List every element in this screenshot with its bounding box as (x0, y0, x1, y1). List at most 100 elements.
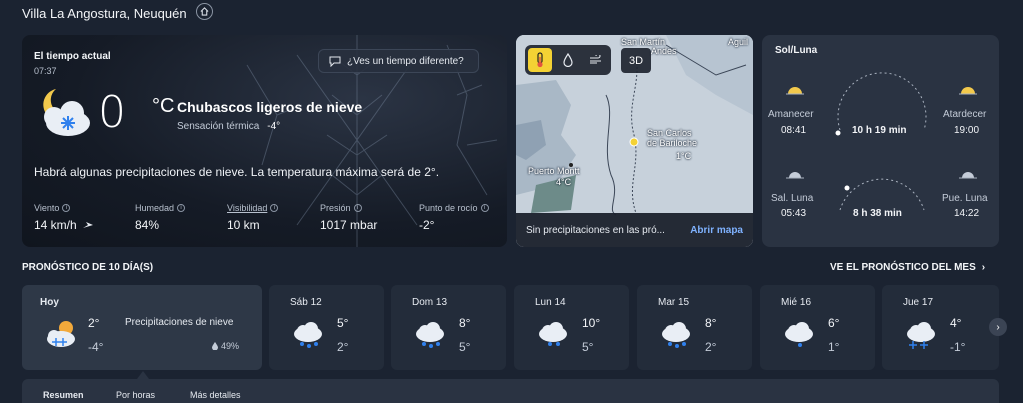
forecast-day[interactable]: Jue 17 4° -1° (882, 285, 999, 370)
day-name: Mié 16 (781, 297, 812, 308)
day-low: 1° (828, 340, 840, 354)
day-low: 2° (337, 340, 349, 354)
humidity-label: Humedad (135, 203, 175, 213)
feels-like: Sensación térmica -4° (177, 121, 280, 132)
metric-pressure: Presión i 1017 mbar (320, 203, 377, 232)
moon-length: 8 h 38 min (853, 208, 902, 219)
info-icon[interactable]: i (480, 204, 489, 212)
wind-label: Viento (34, 203, 60, 213)
day-low: -4° (88, 340, 104, 354)
location-title: Villa La Angostura, Neuquén (22, 6, 187, 21)
map-label-bariloche-temp: 1°C (676, 151, 692, 161)
moonrise-time: 05:43 (781, 208, 807, 219)
feels-like-value: -4° (267, 121, 281, 132)
info-icon[interactable]: i (62, 204, 71, 212)
map-label-puerto-montt: Puerto Montt (528, 166, 580, 176)
forecast-day[interactable]: Lun 14 10° 5° (514, 285, 629, 370)
dew-point-value: -2° (419, 218, 435, 232)
map-label-andes: Andes (651, 46, 677, 56)
day-low: -1° (950, 340, 966, 354)
tab-hourly[interactable]: Por horas (116, 390, 155, 400)
tab-more-details[interactable]: Más detalles (190, 390, 241, 400)
forecast-title: PRONÓSTICO DE 10 DÍA(S) (22, 262, 154, 273)
day-name: Mar 15 (658, 297, 690, 308)
visibility-label[interactable]: Visibilidad (227, 203, 267, 213)
current-weather-card: El tiempo actual 07:37 ¿Ves un tiempo di… (22, 35, 507, 247)
wind-icon[interactable] (584, 48, 608, 72)
weather-summary: Habrá algunas precipitaciones de nieve. … (34, 165, 440, 179)
selected-pointer (137, 371, 149, 379)
day-description: Precipitaciones de nieve (125, 317, 234, 328)
day-name: Lun 14 (535, 297, 566, 308)
cloud-rain-icon (294, 322, 322, 348)
chat-icon (329, 56, 341, 67)
day-high: 4° (950, 316, 962, 330)
map-3d-button[interactable]: 3D (621, 48, 651, 73)
day-name: Dom 13 (412, 297, 448, 308)
feels-like-label: Sensación térmica (177, 121, 260, 132)
current-condition: Chubascos ligeros de nieve (177, 99, 363, 115)
pressure-value: 1017 mbar (320, 218, 378, 232)
precip-chance: 49% (212, 341, 239, 351)
current-title: El tiempo actual (34, 51, 111, 62)
day-low: 2° (705, 340, 717, 354)
day-high: 2° (88, 316, 100, 330)
metric-humidity: Humedad i 84% (135, 203, 186, 232)
info-icon[interactable]: i (353, 204, 362, 212)
sunset-label: Atardecer (943, 109, 987, 120)
day-high: 6° (828, 316, 840, 330)
temperature-unit[interactable]: °C (152, 95, 174, 118)
day-name: Jue 17 (903, 297, 934, 308)
current-temperature: 0 (98, 87, 126, 138)
forecast-day[interactable]: Mié 16 6° 1° (760, 285, 875, 370)
day-high: 5° (337, 316, 349, 330)
cloud-rain-icon (662, 322, 690, 348)
cloud-rain-icon (539, 322, 567, 346)
drop-icon (212, 342, 218, 350)
different-weather-button[interactable]: ¿Ves un tiempo diferente? (318, 49, 479, 73)
monthly-forecast-link[interactable]: VE EL PRONÓSTICO DEL MES › (830, 262, 985, 273)
chevron-right-icon[interactable]: › (989, 318, 1007, 336)
metric-wind: Viento i 14 km/h (34, 203, 93, 232)
home-icon[interactable] (196, 3, 213, 20)
cloud-snow-icon (907, 322, 935, 349)
map-precip-text: Sin precipitaciones en las pró... (526, 224, 665, 236)
visibility-value: 10 km (227, 218, 260, 232)
day-high: 8° (459, 316, 471, 330)
day-length: 10 h 19 min (852, 125, 907, 136)
day-name: Sáb 12 (290, 297, 322, 308)
sunset-time: 19:00 (954, 125, 980, 136)
sunrise-label: Amanecer (768, 109, 814, 120)
different-weather-label: ¿Ves un tiempo diferente? (347, 55, 464, 67)
forecast-day[interactable]: Dom 13 8° 5° (391, 285, 506, 370)
info-icon[interactable]: i (177, 204, 186, 212)
metric-visibility: Visibilidad i 10 km (227, 203, 279, 232)
map-card[interactable]: 3D San Martín Andes Aguil San Carlos de … (516, 35, 753, 247)
forecast-day[interactable]: Mar 15 8° 2° (637, 285, 752, 370)
map-label-bariloche-2: de Bariloche (647, 138, 698, 148)
moonset-time: 14:22 (954, 208, 980, 219)
wind-value: 14 km/h (34, 218, 77, 232)
open-map-link[interactable]: Abrir mapa (690, 225, 743, 236)
map-label-aguila: Aguil (728, 37, 749, 47)
day-high: 8° (705, 316, 717, 330)
moonset-label: Pue. Luna (942, 193, 988, 204)
map-layer-toolbar (525, 45, 611, 75)
chevron-right-icon: › (981, 262, 986, 273)
cloud-rain-icon (416, 322, 444, 348)
map-label-bariloche: San Carlos (647, 128, 692, 138)
wind-direction-icon (82, 222, 93, 228)
forecast-day-today[interactable]: Hoy 2° -4° Precipitaciones de nieve 49% (22, 285, 262, 370)
drop-icon[interactable] (556, 48, 580, 72)
details-tab-bar (22, 379, 999, 403)
map-footer: Sin precipitaciones en las pró... Abrir … (516, 213, 753, 247)
day-low: 5° (459, 340, 471, 354)
map-label-puerto-temp: 4°C (556, 177, 572, 187)
thermometer-icon[interactable] (528, 48, 552, 72)
pressure-label: Presión (320, 203, 351, 213)
info-icon[interactable]: i (270, 204, 279, 212)
sun-moon-card: Sol/Luna Amanecer 08:41 Atardecer 19:00 … (762, 35, 999, 247)
current-time: 07:37 (34, 66, 57, 76)
tab-summary[interactable]: Resumen (43, 390, 84, 400)
forecast-day[interactable]: Sáb 12 5° 2° (269, 285, 384, 370)
